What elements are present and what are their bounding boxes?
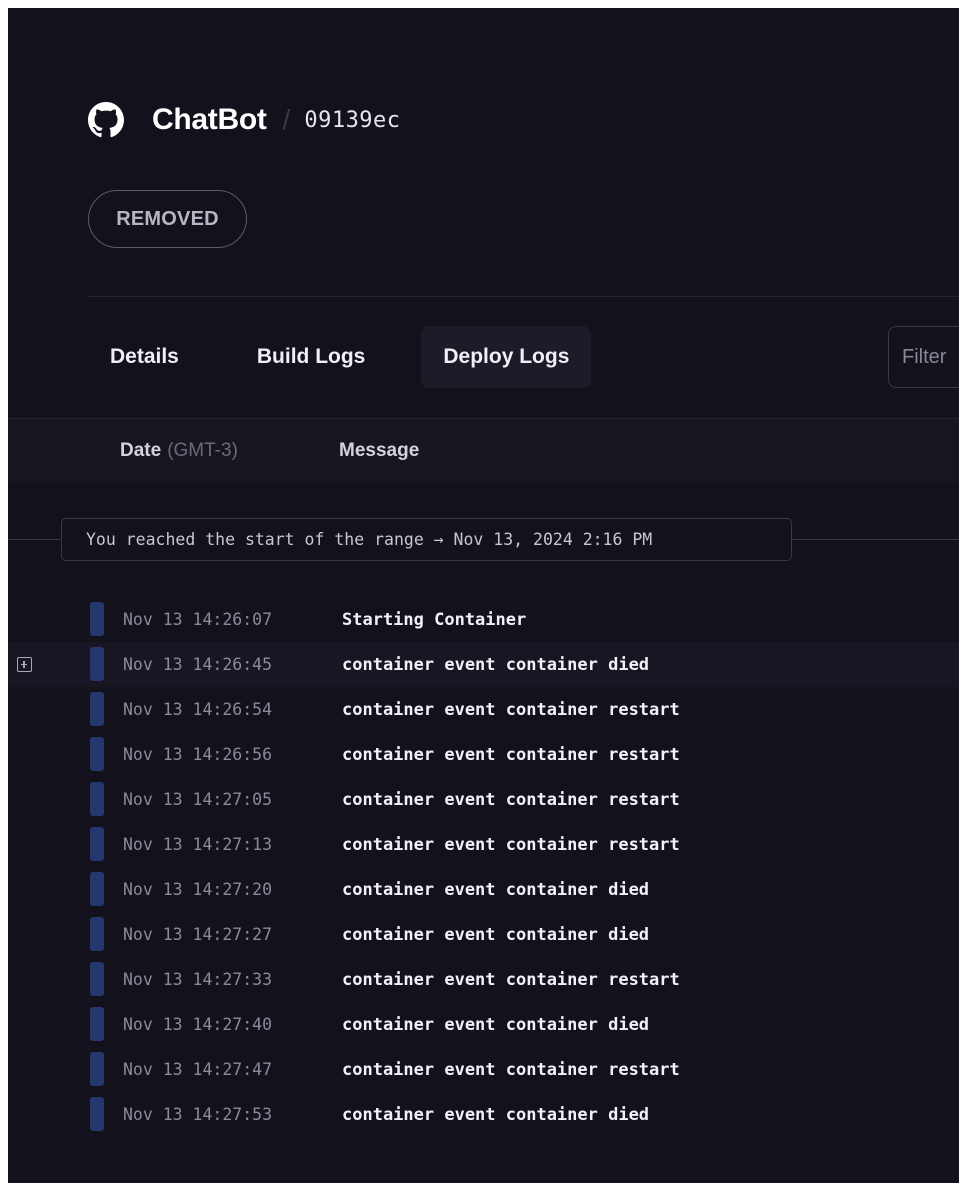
log-row[interactable]: Nov 13 14:27:53 container event container… — [8, 1092, 959, 1137]
github-icon — [88, 102, 124, 138]
log-timestamp: Nov 13 14:26:56 — [123, 745, 273, 764]
log-message: container event container restart — [342, 834, 680, 855]
log-timestamp: Nov 13 14:26:54 — [123, 700, 273, 719]
log-level-indicator — [90, 737, 104, 771]
log-message: container event container died — [342, 654, 650, 675]
message-column-header: Message — [339, 440, 420, 461]
tab-details[interactable]: Details — [88, 326, 207, 388]
log-timestamp: Nov 13 14:27:13 — [123, 835, 273, 854]
timezone-label: (GMT-3) — [167, 440, 238, 461]
log-message: container event container restart — [342, 789, 680, 810]
log-level-indicator — [90, 962, 104, 996]
project-name[interactable]: ChatBot — [152, 103, 267, 137]
date-column-header: Date (GMT-3) — [120, 440, 238, 462]
date-column-label: Date — [120, 440, 162, 461]
log-level-indicator — [90, 782, 104, 816]
log-timestamp: Nov 13 14:27:05 — [123, 790, 273, 809]
breadcrumb-separator: / — [282, 104, 291, 135]
log-timestamp: Nov 13 14:27:53 — [123, 1105, 273, 1124]
log-message: container event container restart — [342, 744, 680, 765]
log-row[interactable]: Nov 13 14:26:54 container event container… — [8, 687, 959, 732]
log-message: container event container died — [342, 1104, 650, 1125]
log-timestamp: Nov 13 14:27:27 — [123, 925, 273, 944]
log-timestamp: Nov 13 14:27:33 — [123, 970, 273, 989]
log-level-indicator — [90, 1007, 104, 1041]
tab-deploy-logs[interactable]: Deploy Logs — [421, 326, 592, 388]
log-level-indicator — [90, 647, 104, 681]
log-level-indicator — [90, 602, 104, 636]
tab-bar: Details Build Logs Deploy Logs — [88, 326, 592, 388]
log-message: container event container died — [342, 924, 650, 945]
tab-build-logs[interactable]: Build Logs — [229, 326, 394, 388]
log-row[interactable]: Nov 13 14:27:40 container event container… — [8, 1002, 959, 1047]
commit-hash[interactable]: 09139ec — [304, 108, 400, 133]
page-header: ChatBot / 09139ec — [88, 92, 401, 148]
log-row[interactable]: Nov 13 14:27:20 container event container… — [8, 867, 959, 912]
deploy-panel: ChatBot / 09139ec REMOVED Details Build … — [8, 8, 959, 1183]
log-timestamp: Nov 13 14:27:40 — [123, 1015, 273, 1034]
log-timestamp: Nov 13 14:27:47 — [123, 1060, 273, 1079]
log-message: container event container restart — [342, 1059, 680, 1080]
log-column-header: Date (GMT-3) Message — [8, 419, 959, 483]
log-timestamp: Nov 13 14:26:07 — [123, 610, 273, 629]
log-row[interactable]: Nov 13 14:27:27 container event container… — [8, 912, 959, 957]
status-badge: REMOVED — [88, 190, 247, 248]
log-level-indicator — [90, 827, 104, 861]
log-row[interactable]: Nov 13 14:26:45 container event container… — [8, 642, 959, 687]
log-row[interactable]: Nov 13 14:27:33 container event container… — [8, 957, 959, 1002]
log-timestamp: Nov 13 14:27:20 — [123, 880, 273, 899]
log-message: container event container restart — [342, 969, 680, 990]
log-row[interactable]: Nov 13 14:26:56 container event container… — [8, 732, 959, 777]
log-message: Starting Container — [342, 609, 527, 630]
log-timestamp: Nov 13 14:26:45 — [123, 655, 273, 674]
header-divider — [88, 296, 959, 297]
expand-plus-icon[interactable] — [17, 657, 32, 672]
range-start-notice: You reached the start of the range → Nov… — [61, 518, 792, 561]
log-level-indicator — [90, 1097, 104, 1131]
filter-input[interactable] — [888, 326, 959, 388]
log-list: Nov 13 14:26:07 Starting Container Nov 13 … — [8, 597, 959, 1137]
log-level-indicator — [90, 1052, 104, 1086]
log-message: container event container restart — [342, 699, 680, 720]
log-row[interactable]: Nov 13 14:27:13 container event container… — [8, 822, 959, 867]
log-message: container event container died — [342, 879, 650, 900]
log-row[interactable]: Nov 13 14:27:47 container event container… — [8, 1047, 959, 1092]
log-level-indicator — [90, 872, 104, 906]
log-message: container event container died — [342, 1014, 650, 1035]
log-row[interactable]: Nov 13 14:27:05 container event container… — [8, 777, 959, 822]
log-level-indicator — [90, 692, 104, 726]
log-row[interactable]: Nov 13 14:26:07 Starting Container — [8, 597, 959, 642]
log-level-indicator — [90, 917, 104, 951]
